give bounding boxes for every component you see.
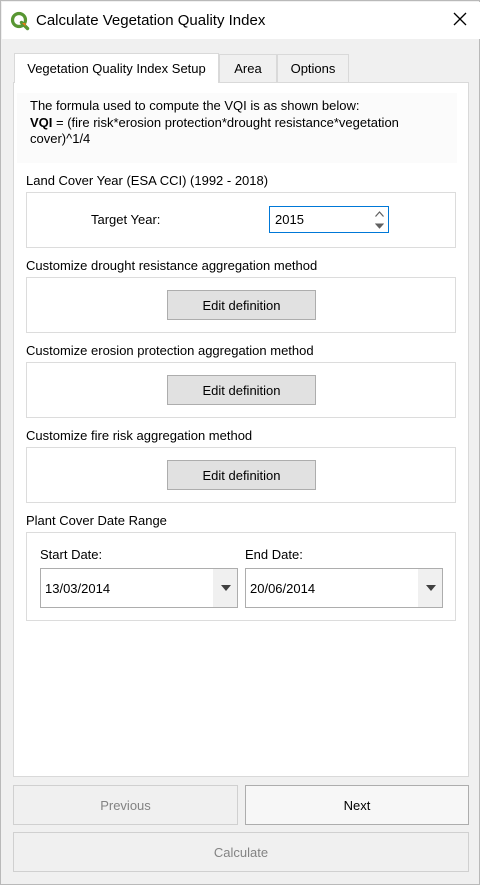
start-date-picker[interactable]: 13/03/2014: [40, 568, 238, 608]
drought-groupbox: Edit definition: [26, 277, 456, 333]
chevron-down-icon[interactable]: [213, 569, 237, 607]
drought-section-label: Customize drought resistance aggregation…: [26, 258, 318, 273]
tab-vqi-setup[interactable]: Vegetation Quality Index Setup: [14, 53, 219, 83]
target-year-spinbox[interactable]: 2015: [269, 206, 389, 233]
end-date-value: 20/06/2014: [250, 581, 316, 596]
end-date-picker[interactable]: 20/06/2014: [245, 568, 443, 608]
start-date-label: Start Date:: [40, 547, 103, 562]
target-year-value: 2015: [275, 212, 304, 227]
tab-label: Options: [290, 61, 336, 76]
dialog-window: Calculate Vegetation Quality Index Veget…: [0, 0, 480, 885]
land-cover-groupbox: Target Year: 2015: [26, 192, 456, 248]
erosion-section-label: Customize erosion protection aggregation…: [26, 343, 314, 358]
start-date-value: 13/03/2014: [45, 581, 111, 596]
button-label: Next: [343, 797, 371, 813]
edit-erosion-definition-button[interactable]: Edit definition: [167, 375, 316, 405]
tab-options[interactable]: Options: [277, 54, 349, 82]
formula-description: The formula used to compute the VQI is a…: [17, 93, 457, 163]
button-label: Edit definition: [202, 467, 281, 483]
window-title: Calculate Vegetation Quality Index: [36, 12, 266, 29]
close-icon: [453, 12, 467, 29]
button-label: Edit definition: [202, 382, 281, 398]
formula-symbol: VQI: [30, 115, 53, 130]
formula-intro: The formula used to compute the VQI is a…: [30, 98, 360, 113]
spin-up-arrow-icon[interactable]: [371, 208, 387, 220]
tab-area[interactable]: Area: [219, 54, 277, 82]
plant-cover-groupbox: Start Date: End Date: 13/03/2014 20/06/2…: [26, 532, 456, 621]
next-button[interactable]: Next: [245, 785, 469, 825]
qgis-logo-icon: [10, 11, 30, 31]
close-button[interactable]: [440, 2, 480, 39]
chevron-down-icon[interactable]: [418, 569, 442, 607]
calculate-button[interactable]: Calculate: [13, 832, 469, 872]
formula-expression-text: = (fire risk*erosion protection*drought …: [30, 115, 399, 146]
tab-label: Vegetation Quality Index Setup: [27, 61, 206, 76]
fire-section-label: Customize fire risk aggregation method: [26, 428, 253, 443]
title-bar[interactable]: Calculate Vegetation Quality Index: [2, 2, 480, 39]
button-label: Edit definition: [202, 297, 281, 313]
button-label: Calculate: [213, 844, 269, 860]
erosion-groupbox: Edit definition: [26, 362, 456, 418]
end-date-label: End Date:: [245, 547, 303, 562]
target-year-label: Target Year:: [91, 212, 161, 227]
previous-button[interactable]: Previous: [13, 785, 238, 825]
formula-expression: VQI = (fire risk*erosion protection*drou…: [30, 115, 450, 147]
edit-drought-definition-button[interactable]: Edit definition: [167, 290, 316, 320]
land-cover-section-label: Land Cover Year (ESA CCI) (1992 - 2018): [26, 173, 269, 188]
tab-label: Area: [234, 61, 262, 76]
plant-cover-section-label: Plant Cover Date Range: [26, 513, 167, 528]
fire-groupbox: Edit definition: [26, 447, 456, 503]
edit-fire-definition-button[interactable]: Edit definition: [167, 460, 316, 490]
spin-down-arrow-icon[interactable]: [371, 220, 387, 232]
button-label: Previous: [100, 797, 151, 813]
